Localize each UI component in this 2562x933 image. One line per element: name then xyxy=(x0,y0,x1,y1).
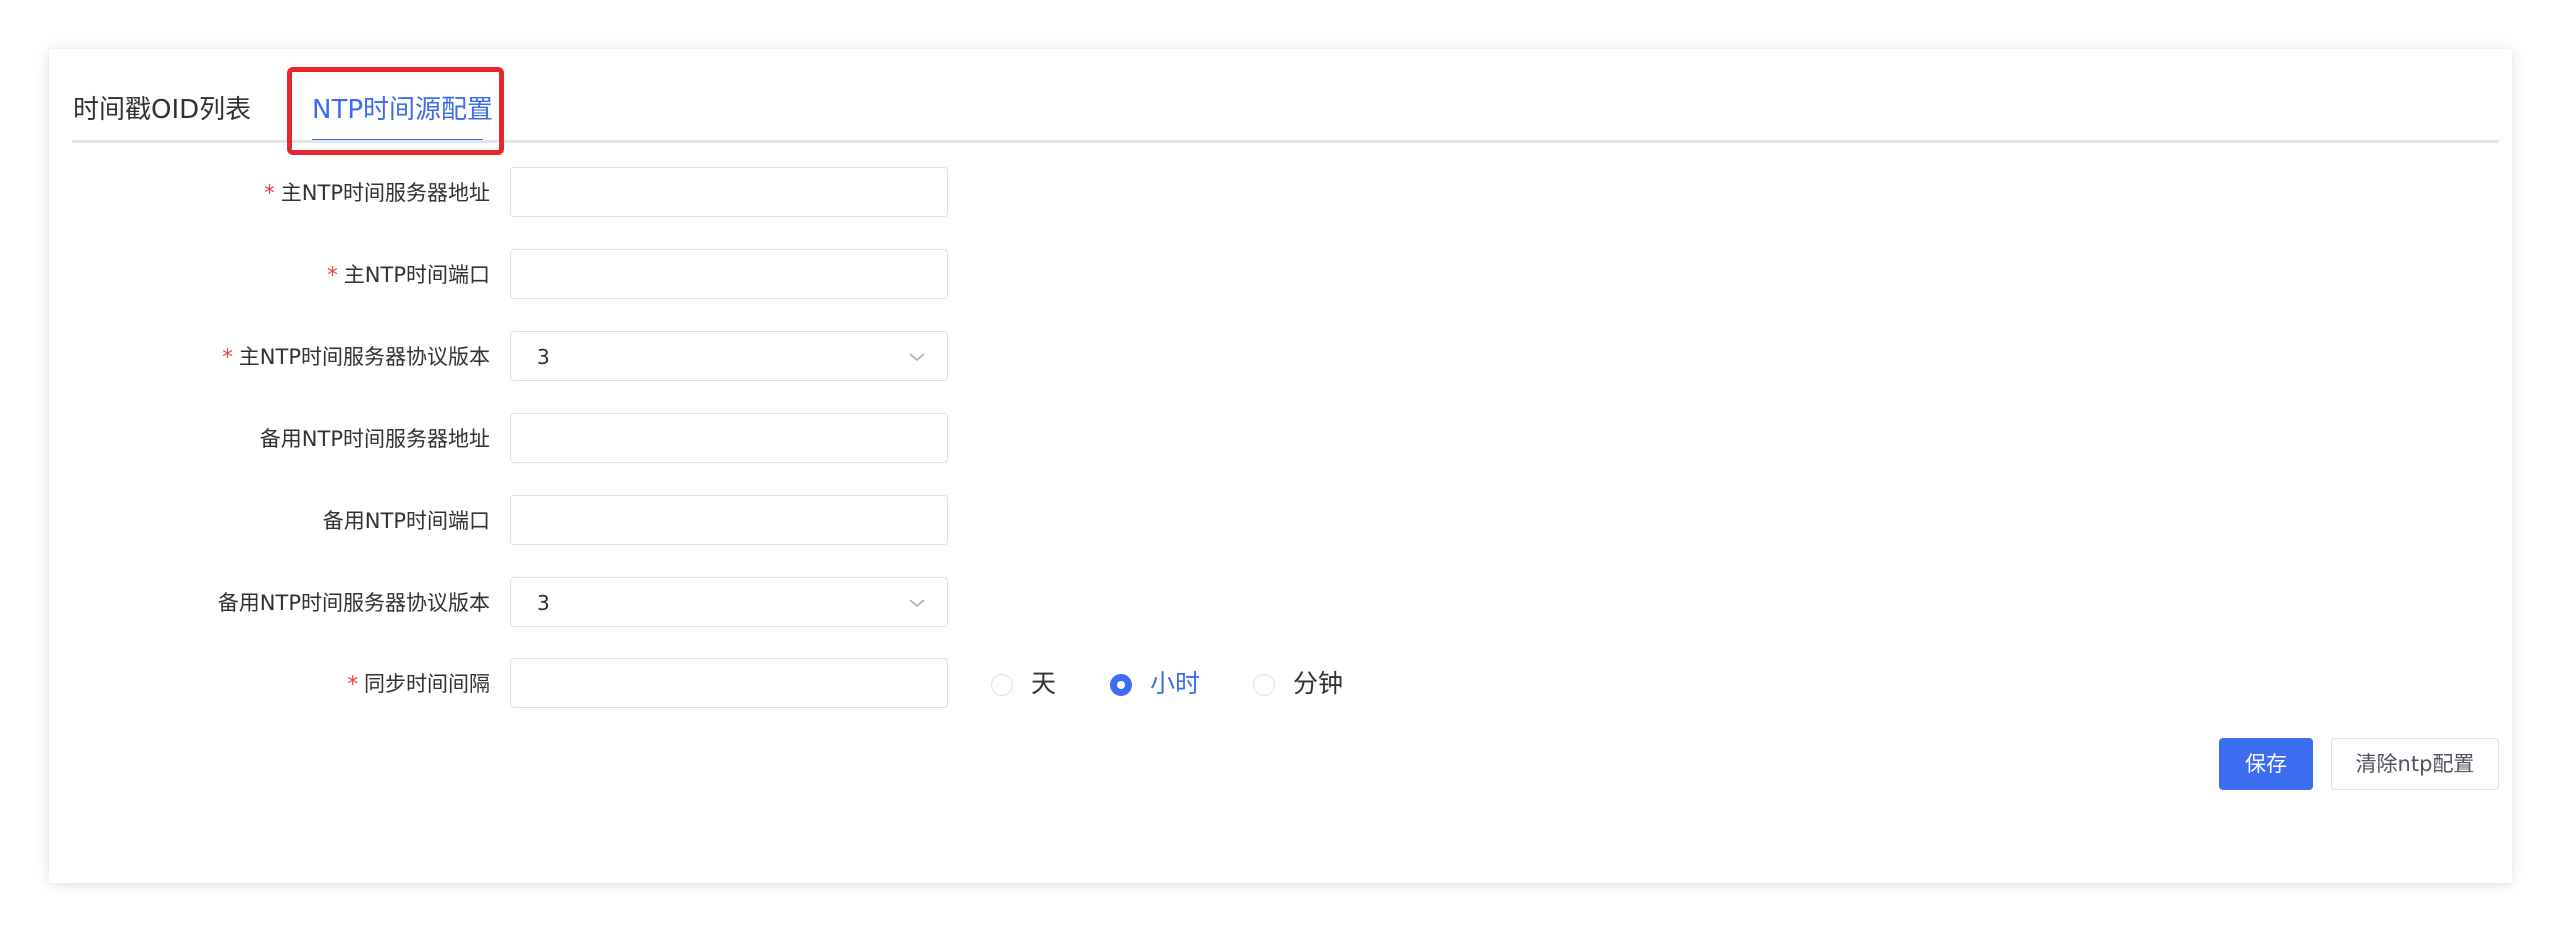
radio-circle xyxy=(991,674,1013,696)
primary-server-address-label-text: 主NTP时间服务器地址 xyxy=(280,181,490,205)
backup-port-input[interactable] xyxy=(510,495,948,545)
backup-server-address-row: 备用NTP时间服务器地址 xyxy=(0,413,1100,465)
required-mark: * xyxy=(222,345,233,369)
sync-interval-row: * 同步时间间隔 天 小时 分钟 xyxy=(0,658,1500,710)
backup-version-value: 3 xyxy=(537,591,550,615)
tab-ntp-time-source-config[interactable]: NTP时间源配置 xyxy=(312,92,493,128)
primary-version-value: 3 xyxy=(537,345,550,369)
required-mark: * xyxy=(327,263,338,287)
backup-version-row: 备用NTP时间服务器协议版本 3 xyxy=(0,577,1100,629)
radio-hour-label: 小时 xyxy=(1150,669,1201,698)
backup-version-select[interactable]: 3 xyxy=(510,577,948,627)
tab-timestamp-oid-list[interactable]: 时间戳OID列表 xyxy=(73,92,251,128)
primary-version-select[interactable]: 3 xyxy=(510,331,948,381)
backup-port-row: 备用NTP时间端口 xyxy=(0,495,1100,547)
backup-server-address-input[interactable] xyxy=(510,413,948,463)
radio-circle xyxy=(1253,674,1275,696)
tab-bar: 时间戳OID列表 NTP时间源配置 xyxy=(72,60,2499,143)
radio-circle-checked xyxy=(1110,674,1132,696)
required-mark: * xyxy=(347,672,359,696)
chevron-down-icon xyxy=(909,599,925,608)
backup-port-label: 备用NTP时间端口 xyxy=(322,509,490,533)
primary-version-label: * 主NTP时间服务器协议版本 xyxy=(222,331,490,383)
primary-version-row: * 主NTP时间服务器协议版本 3 xyxy=(0,331,1100,383)
primary-version-label-text: 主NTP时间服务器协议版本 xyxy=(238,345,490,369)
primary-server-address-input[interactable] xyxy=(510,167,948,217)
tab-bar-divider xyxy=(72,140,2499,143)
primary-port-input[interactable] xyxy=(510,249,948,299)
primary-port-row: * 主NTP时间端口 xyxy=(0,249,1100,301)
primary-server-address-label: * 主NTP时间服务器地址 xyxy=(264,167,490,219)
primary-port-label-text: 主NTP时间端口 xyxy=(343,263,490,287)
sync-interval-label: * 同步时间间隔 xyxy=(348,658,491,710)
save-button[interactable]: 保存 xyxy=(2219,738,2313,790)
sync-interval-label-text: 同步时间间隔 xyxy=(364,672,490,696)
required-mark: * xyxy=(264,181,275,205)
radio-minute-label: 分钟 xyxy=(1293,669,1344,698)
chevron-down-icon xyxy=(909,353,925,362)
clear-ntp-config-button[interactable]: 清除ntp配置 xyxy=(2331,738,2499,790)
backup-version-label: 备用NTP时间服务器协议版本 xyxy=(217,591,490,615)
radio-day-label: 天 xyxy=(1031,669,1057,698)
primary-server-address-row: * 主NTP时间服务器地址 xyxy=(0,167,1100,219)
primary-port-label: * 主NTP时间端口 xyxy=(327,249,490,301)
backup-server-address-label: 备用NTP时间服务器地址 xyxy=(259,427,490,451)
sync-interval-input[interactable] xyxy=(510,658,948,708)
